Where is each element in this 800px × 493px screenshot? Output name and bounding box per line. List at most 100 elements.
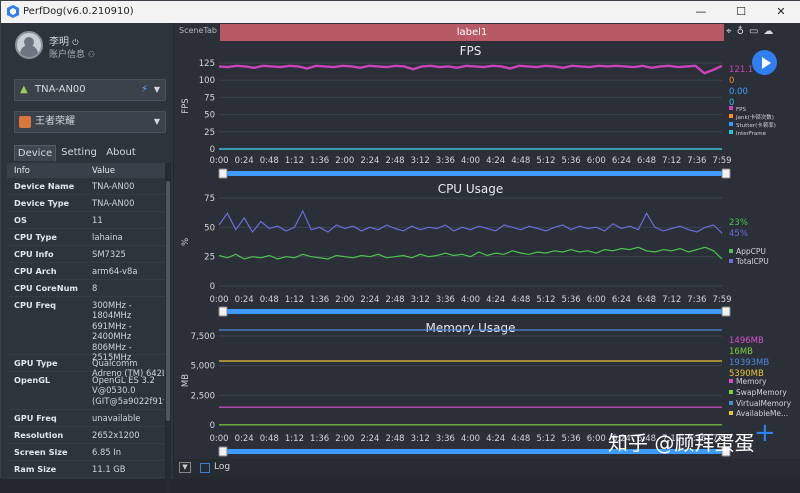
table-row[interactable]: CPU Info SM7325 bbox=[7, 246, 165, 263]
y-tick-label: 25 bbox=[204, 253, 215, 263]
time-range-slider[interactable] bbox=[227, 309, 722, 314]
chart-title: CPU Usage bbox=[438, 182, 504, 196]
current-value: 19393MB bbox=[729, 358, 769, 368]
x-tick-label: 6:24 bbox=[612, 295, 631, 305]
header-info: Info bbox=[14, 165, 30, 175]
table-row[interactable]: CPU Arch arm64-v8a bbox=[7, 263, 165, 280]
account-info-link[interactable]: 账户信息 ⚇ bbox=[49, 47, 95, 60]
add-chart-icon[interactable]: + bbox=[754, 418, 776, 448]
table-row[interactable]: CPU Freq 300MHz - 1804MHz 691MHz - 2400MH… bbox=[7, 297, 165, 362]
power-icon[interactable]: ⏻ bbox=[72, 38, 78, 47]
y-tick-label: 100 bbox=[199, 76, 215, 86]
row-value: 6.85 In bbox=[92, 447, 122, 457]
row-key: CPU Info bbox=[14, 249, 54, 259]
log-checkbox[interactable] bbox=[200, 463, 210, 473]
row-value: 11.1 GB bbox=[92, 464, 126, 474]
row-key: Screen Size bbox=[14, 447, 68, 457]
bottom-bar: ▼ Log bbox=[174, 459, 800, 479]
current-value: 45% bbox=[729, 229, 748, 239]
table-row[interactable]: OpenGL OpenGL ES 3.2 V@0530.0 (GIT@5a9022… bbox=[7, 372, 165, 410]
row-value: TNA-AN00 bbox=[92, 198, 135, 208]
x-tick-label: 2:24 bbox=[360, 156, 379, 166]
play-button[interactable] bbox=[752, 50, 777, 75]
user-settings-icon: ⚇ bbox=[87, 50, 96, 59]
legend-label: AppCPU bbox=[736, 247, 766, 256]
table-row[interactable]: CPU Type lahaina bbox=[7, 229, 165, 246]
x-tick-label: 1:12 bbox=[285, 434, 304, 444]
x-tick-label: 3:12 bbox=[411, 295, 430, 305]
legend-swatch bbox=[729, 114, 733, 118]
app-select[interactable]: 王者荣耀 ▼ bbox=[14, 111, 166, 133]
x-tick-label: 4:00 bbox=[461, 434, 480, 444]
table-row[interactable]: GPU Freq unavailable bbox=[7, 410, 165, 427]
x-tick-label: 6:24 bbox=[612, 156, 631, 166]
avatar[interactable] bbox=[15, 31, 43, 59]
current-value: 23% bbox=[729, 218, 748, 228]
x-tick-label: 2:48 bbox=[386, 295, 405, 305]
x-tick-label: 4:48 bbox=[511, 295, 530, 305]
app-select-value: 王者荣耀 bbox=[35, 116, 75, 127]
chevron-down-icon: ▼ bbox=[153, 117, 160, 126]
x-tick-label: 6:48 bbox=[637, 295, 656, 305]
legend-swatch bbox=[729, 259, 733, 263]
x-tick-label: 5:36 bbox=[562, 295, 581, 305]
table-row[interactable]: Device Name TNA-AN00 bbox=[7, 178, 165, 195]
table-row[interactable]: Screen Size 6.85 In bbox=[7, 444, 165, 461]
device-select[interactable]: ▲ TNA-AN00 ⚡ ▼ bbox=[14, 79, 166, 101]
tab-about[interactable]: About bbox=[102, 145, 140, 161]
x-tick-label: 6:48 bbox=[637, 156, 656, 166]
close-button[interactable]: ✕ bbox=[761, 1, 800, 23]
legend-label: InterFrame bbox=[736, 131, 767, 137]
maximize-button[interactable]: ☐ bbox=[721, 1, 761, 23]
table-row[interactable]: Device Type TNA-AN00 bbox=[7, 195, 165, 212]
table-scrollbar-thumb[interactable] bbox=[166, 181, 170, 421]
tab-device[interactable]: Device bbox=[14, 145, 56, 161]
tab-setting[interactable]: Setting bbox=[58, 145, 100, 161]
y-axis-label: % bbox=[181, 238, 191, 246]
slider-handle-right[interactable] bbox=[721, 168, 731, 179]
legend-swatch bbox=[729, 390, 733, 394]
log-label: Log bbox=[214, 462, 231, 472]
x-tick-label: 2:24 bbox=[360, 434, 379, 444]
x-tick-label: 3:36 bbox=[436, 434, 455, 444]
row-value: 2652x1200 bbox=[92, 430, 140, 440]
row-key: Device Name bbox=[14, 181, 75, 191]
legend-swatch bbox=[729, 106, 733, 110]
chevron-down-icon: ▼ bbox=[153, 85, 160, 94]
x-tick-label: 1:36 bbox=[310, 156, 329, 166]
current-value: 121.1 bbox=[729, 65, 753, 75]
x-tick-label: 7:59 bbox=[712, 156, 731, 166]
x-tick-label: 4:24 bbox=[486, 434, 505, 444]
row-key: Device Type bbox=[14, 198, 70, 208]
minimize-button[interactable]: — bbox=[681, 1, 721, 23]
current-value: 16MB bbox=[729, 347, 753, 357]
x-tick-label: 4:48 bbox=[511, 434, 530, 444]
row-key: Ram Size bbox=[14, 464, 57, 474]
y-tick-label: 0 bbox=[210, 282, 215, 292]
x-tick-label: 0:48 bbox=[260, 156, 279, 166]
slider-handle-left[interactable] bbox=[218, 306, 228, 317]
table-row[interactable]: CPU CoreNum 8 bbox=[7, 280, 165, 297]
x-tick-label: 4:24 bbox=[486, 295, 505, 305]
time-range-slider[interactable] bbox=[227, 171, 722, 176]
usb-icon: ⚡ bbox=[140, 84, 148, 95]
user-name: 李明 ⏻ bbox=[49, 37, 79, 48]
x-tick-label: 0:48 bbox=[260, 295, 279, 305]
row-key: Resolution bbox=[14, 430, 64, 440]
x-tick-label: 7:59 bbox=[712, 295, 731, 305]
watermark: 知乎 @顾拜蛋蛋 bbox=[608, 431, 755, 455]
legend-swatch bbox=[729, 411, 733, 415]
table-row[interactable]: OS 11 bbox=[7, 212, 165, 229]
collapse-icon[interactable]: ▼ bbox=[179, 462, 191, 473]
row-value: arm64-v8a bbox=[92, 266, 138, 276]
row-value: 8 bbox=[92, 283, 98, 293]
slider-handle-right[interactable] bbox=[721, 306, 731, 317]
title-bar: PerfDog(v6.0.210910) — ☐ ✕ bbox=[1, 1, 800, 23]
slider-handle-left[interactable] bbox=[218, 168, 228, 179]
legend-label: Memory bbox=[736, 377, 767, 386]
slider-handle-left[interactable] bbox=[218, 446, 228, 457]
table-row[interactable]: Resolution 2652x1200 bbox=[7, 427, 165, 444]
table-row[interactable]: Ram Size 11.1 GB bbox=[7, 461, 165, 478]
x-tick-label: 4:00 bbox=[461, 156, 480, 166]
table-row[interactable]: GPU TypeQualcomm Adreno (TM) 642L bbox=[7, 355, 165, 378]
